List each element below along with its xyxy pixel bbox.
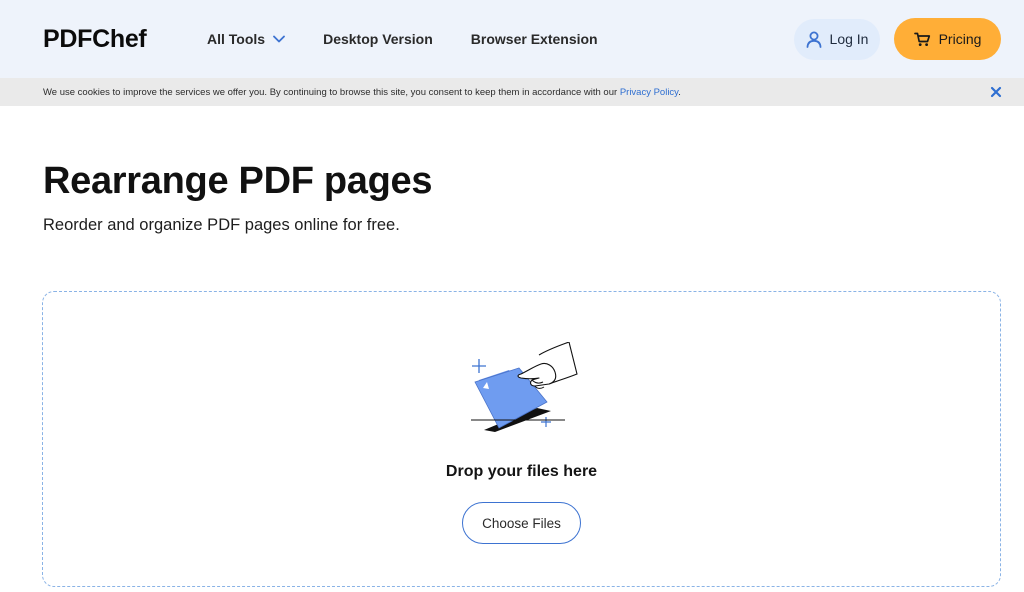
logo[interactable]: PDFChef <box>43 25 207 54</box>
page-subtitle: Reorder and organize PDF pages online fo… <box>43 216 400 234</box>
nav-browser-extension[interactable]: Browser Extension <box>471 31 598 47</box>
nav-desktop-version-label: Desktop Version <box>323 31 433 47</box>
user-icon <box>806 31 821 48</box>
cart-icon <box>913 32 930 46</box>
upload-folder-illustration <box>471 342 578 432</box>
nav-browser-extension-label: Browser Extension <box>470 31 598 47</box>
drop-prompt: Drop your files here <box>445 463 598 480</box>
nav-all-tools[interactable]: All Tools <box>207 31 285 47</box>
chevron-down-icon <box>273 35 285 43</box>
page-title: Rearrange PDF pages <box>43 160 433 202</box>
cookie-banner: We use cookies to improve the services w… <box>0 78 1024 106</box>
cookie-text: We use cookies to improve the services w… <box>43 87 681 98</box>
hero-section: Rearrange PDF pages Reorder and organize… <box>0 160 1024 235</box>
nav-desktop-version[interactable]: Desktop Version <box>323 31 433 47</box>
close-icon[interactable] <box>990 86 1002 98</box>
main-nav: All Tools Desktop Version Browser Extens… <box>207 31 598 47</box>
choose-files-button[interactable]: Choose Files <box>462 502 581 544</box>
site-header: PDFChef All Tools Desktop Version Browse… <box>0 0 1024 78</box>
login-label: Log In <box>829 31 869 47</box>
pricing-label: Pricing <box>938 31 982 47</box>
privacy-policy-link[interactable]: Privacy Policy <box>620 87 678 98</box>
login-button[interactable]: Log In <box>794 18 880 60</box>
cookie-message: We use cookies to improve the services w… <box>43 86 620 98</box>
cookie-suffix: . <box>678 86 681 98</box>
file-dropzone[interactable]: Drop your files here Choose Files <box>42 291 1001 587</box>
nav-all-tools-label: All Tools <box>207 31 266 47</box>
pricing-button[interactable]: Pricing <box>894 18 1001 60</box>
header-actions: Log In Pricing <box>794 18 1001 60</box>
